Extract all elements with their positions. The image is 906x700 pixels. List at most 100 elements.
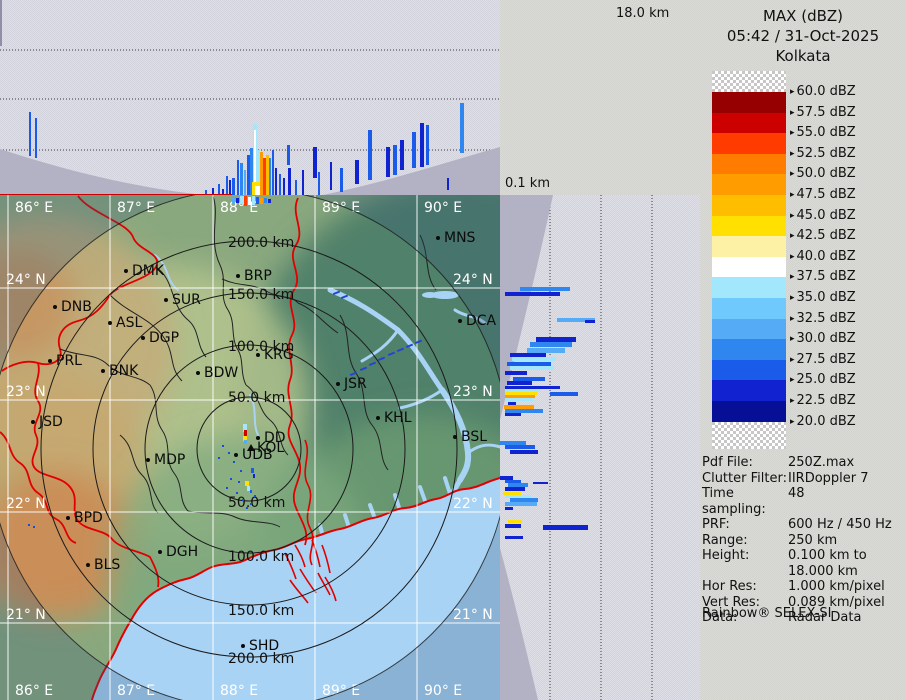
- station-label: PRL: [56, 353, 82, 369]
- echo-column: [260, 152, 263, 196]
- echo-row: [505, 389, 540, 392]
- echo-cell: [264, 198, 267, 203]
- radar-map: 86° E86° E87° E87° E88° E88° E89° E89° E…: [0, 195, 500, 700]
- echo-row: [585, 320, 595, 323]
- scale-band-below-min: [712, 422, 786, 449]
- latitude-label-right: 21° N: [453, 607, 493, 623]
- echo-cell: [251, 468, 254, 473]
- echo-row: [510, 498, 538, 502]
- scale-label: ▸20.0 dBZ: [790, 414, 856, 430]
- station-label: KHL: [384, 410, 412, 426]
- echo-row: [505, 536, 523, 539]
- metadata-value: 250Z.max: [788, 455, 854, 471]
- scale-label: ▸47.5 dBZ: [790, 187, 856, 203]
- latitude-label-left: 23° N: [6, 384, 46, 400]
- station-label: DCA: [466, 313, 497, 329]
- echo-column: [226, 176, 228, 196]
- echo-speck: [242, 499, 244, 501]
- echo-row: [520, 287, 570, 291]
- echo-row: [503, 492, 521, 495]
- longitude-label-bottom: 86° E: [15, 683, 53, 699]
- scale-band: [712, 154, 786, 175]
- station-label: MDP: [154, 452, 185, 468]
- echo-row: [550, 392, 578, 396]
- scale-band: [712, 236, 786, 257]
- top-height-profile-panel[interactable]: [0, 0, 500, 197]
- scale-tick-arrow-icon: ▸: [790, 128, 795, 138]
- scale-tick-arrow-icon: ▸: [790, 293, 795, 303]
- scale-tick-arrow-icon: ▸: [790, 252, 795, 262]
- longitude-label-bottom: 88° E: [220, 683, 258, 699]
- echo-row: [507, 362, 551, 366]
- map-panel[interactable]: 86° E86° E87° E87° E88° E88° E89° E89° E…: [0, 195, 500, 700]
- scale-band: [712, 380, 786, 401]
- legend-title: MAX (dBZ): [700, 6, 906, 26]
- scale-label: ▸27.5 dBZ: [790, 352, 856, 368]
- beam-blind-wedge: [318, 147, 500, 196]
- station-dot: [48, 359, 52, 363]
- scale-tick-arrow-icon: ▸: [790, 272, 795, 282]
- station-dot: [158, 550, 162, 554]
- echo-column: [302, 170, 304, 196]
- echo-speck: [246, 507, 248, 509]
- echo-column: [272, 150, 274, 196]
- scale-color-column: [712, 71, 786, 449]
- latitude-label-left: 21° N: [6, 607, 46, 623]
- echo-column: [393, 145, 397, 175]
- scale-label: ▸35.0 dBZ: [790, 290, 856, 306]
- echo-column: [318, 172, 320, 196]
- station-dot: [436, 236, 440, 240]
- echo-column: [275, 168, 277, 196]
- echo-row: [504, 405, 534, 409]
- station-dot: [336, 382, 340, 386]
- echo-column: [240, 163, 243, 196]
- echo-cell: [248, 197, 251, 205]
- scale-tick-arrow-icon: ▸: [790, 396, 795, 406]
- top-height-profile-plot: [0, 0, 500, 197]
- station-dot: [66, 516, 70, 520]
- echo-row: [543, 525, 588, 530]
- echo-row: [505, 371, 527, 375]
- station-label: BDW: [204, 365, 238, 381]
- scale-tick-arrow-icon: ▸: [790, 211, 795, 221]
- echo-row: [507, 381, 532, 385]
- echo-row: [505, 409, 543, 413]
- scale-band: [712, 257, 786, 278]
- echo-row: [505, 480, 521, 483]
- station-dot: [164, 298, 168, 302]
- echo-row: [527, 348, 565, 353]
- echo-speck: [236, 492, 238, 494]
- metadata-row: Time sampling:48: [702, 486, 906, 517]
- echo-row: [536, 337, 576, 342]
- metadata-row: Hor Res:1.000 km/pixel: [702, 579, 906, 595]
- echo-column: [400, 140, 404, 170]
- metadata-label: Clutter Filter:: [702, 471, 788, 487]
- right-height-profile-panel[interactable]: [500, 195, 700, 700]
- scale-tick-arrow-icon: ▸: [790, 314, 795, 324]
- metadata-row: Range:250 km: [702, 533, 906, 549]
- longitude-label-top: 90° E: [424, 200, 462, 216]
- echo-column: [266, 155, 269, 196]
- scale-band: [712, 113, 786, 134]
- metadata-value: 1.000 km/pixel: [788, 579, 885, 595]
- scale-tick-arrow-icon: ▸: [790, 417, 795, 427]
- echo-row: [512, 357, 556, 361]
- station-label: SUR: [172, 292, 201, 308]
- metadata-value: 0.100 km to 18.000 km: [788, 548, 867, 579]
- range-ring-label: 100.0 km: [228, 549, 294, 565]
- scale-label: ▸52.5 dBZ: [790, 146, 856, 162]
- echo-speck: [28, 524, 30, 526]
- station-label: BLS: [94, 557, 120, 573]
- metadata-label: PRF:: [702, 517, 788, 533]
- scale-label: ▸22.5 dBZ: [790, 393, 856, 409]
- metadata-row: Clutter Filter:IIRDoppler 7: [702, 471, 906, 487]
- beam-blind-wedge: [500, 548, 538, 700]
- echo-cell: [244, 196, 247, 206]
- scale-band: [712, 174, 786, 195]
- metadata-table: Pdf File:250Z.maxClutter Filter:IIRDoppl…: [702, 455, 906, 626]
- echo-cell: [260, 198, 263, 204]
- station-label: KRG: [264, 347, 294, 363]
- station-dot: [31, 420, 35, 424]
- echo-cell: [244, 440, 247, 444]
- echo-speck: [226, 487, 228, 489]
